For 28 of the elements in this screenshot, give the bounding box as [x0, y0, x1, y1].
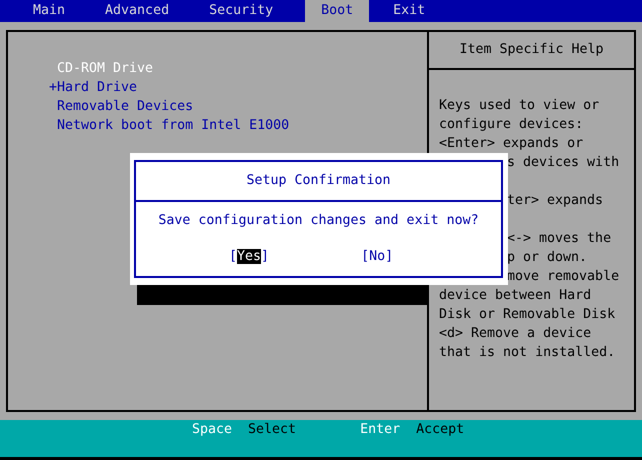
help-text: move removable: [506, 268, 620, 286]
menu-tab[interactable]: Security: [201, 0, 282, 22]
dialog-title: Setup Confirmation: [136, 162, 501, 202]
menu-tab[interactable]: Advanced: [97, 0, 178, 22]
help-text: ter> expands: [506, 192, 604, 210]
boot-device-item[interactable]: Removable Devices: [8, 97, 427, 116]
help-text: p or down.: [506, 249, 588, 267]
boot-device-item[interactable]: Network boot from Intel E1000: [8, 116, 427, 135]
help-title: Item Specific Help: [429, 32, 634, 70]
key-action: Accept: [416, 422, 464, 437]
help-text: s devices with: [506, 154, 620, 172]
menu-tab[interactable]: Boot: [305, 0, 370, 22]
help-text: device between Hard: [439, 287, 592, 305]
boot-device-item[interactable]: +Hard Drive: [8, 78, 427, 97]
help-text: that is not installed.: [439, 344, 616, 362]
dialog-message: Save configuration changes and exit now?: [157, 212, 480, 230]
help-text: <-> moves the: [506, 230, 612, 248]
key-action: Select: [248, 422, 296, 437]
help-text: <Enter> expands or: [439, 135, 584, 153]
help-text: <d> Remove a device: [439, 325, 592, 343]
key-hint: Space: [192, 422, 232, 437]
help-text: configure devices:: [439, 116, 584, 134]
dialog-button[interactable]: [No]: [361, 248, 394, 265]
menu-tab[interactable]: Main: [25, 0, 74, 22]
menu-tab[interactable]: Exit: [385, 0, 434, 22]
key-hint: Enter: [360, 422, 400, 437]
help-text: Keys used to view or: [439, 97, 600, 115]
help-text: Disk or Removable Disk: [439, 306, 616, 324]
